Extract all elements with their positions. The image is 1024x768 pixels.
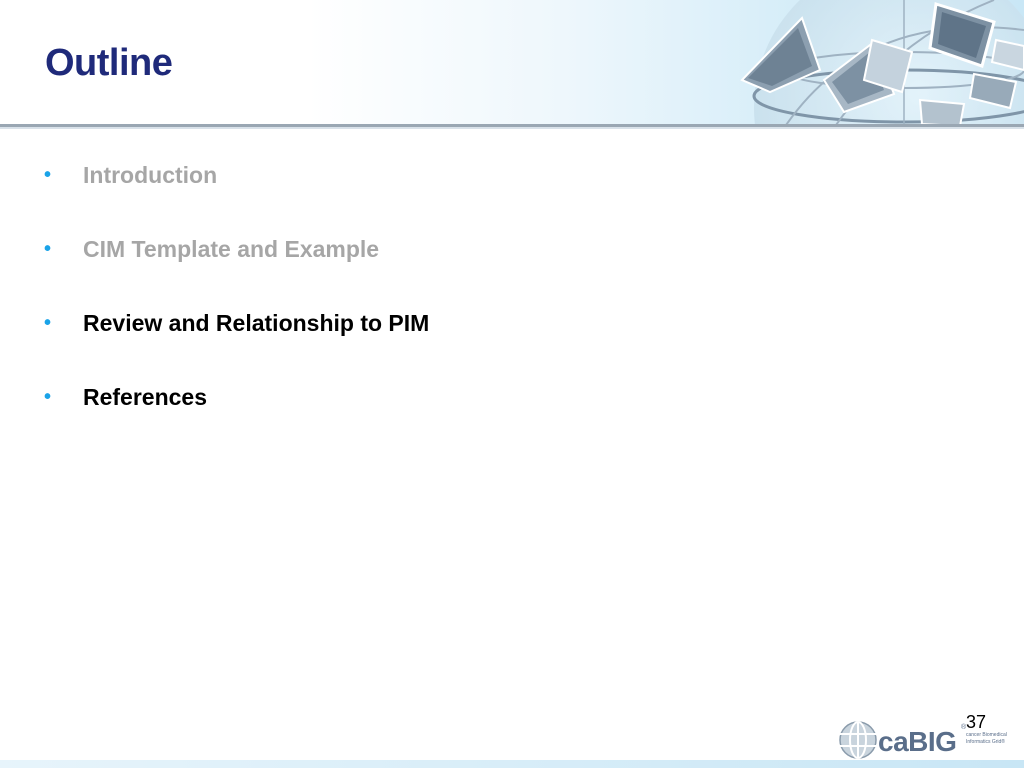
header-divider-highlight [0,127,1024,129]
outline-item-label: Introduction [83,162,218,188]
slide-title: Outline [45,42,173,84]
bullet-icon: • [44,238,52,260]
slide-header: Outline [0,0,1024,124]
globe-logo-icon [839,721,877,759]
bullet-icon: • [44,386,52,408]
outline-item-label: Review and Relationship to PIM [83,310,430,336]
outline-item-label: References [83,384,208,410]
bullet-icon: • [44,312,52,334]
bullet-icon: • [44,164,52,186]
cabig-logo: caBIG ® cancer Biomedical Informatics Gr… [838,720,1018,762]
logo-registered-mark: ® [961,724,967,731]
logo-tagline-line1: cancer Biomedical [966,732,1007,738]
slide: Outline • Introduction • CIM Template an… [0,0,1024,768]
logo-wordmark: caBIG [878,726,957,757]
logo-tagline: cancer Biomedical Informatics Grid® [966,732,1007,746]
outline-item-label: CIM Template and Example [83,236,380,262]
logo-tagline-line2: Informatics Grid® [966,739,1005,745]
globe-collage-icon [740,0,1024,124]
footer-band [0,760,1024,768]
